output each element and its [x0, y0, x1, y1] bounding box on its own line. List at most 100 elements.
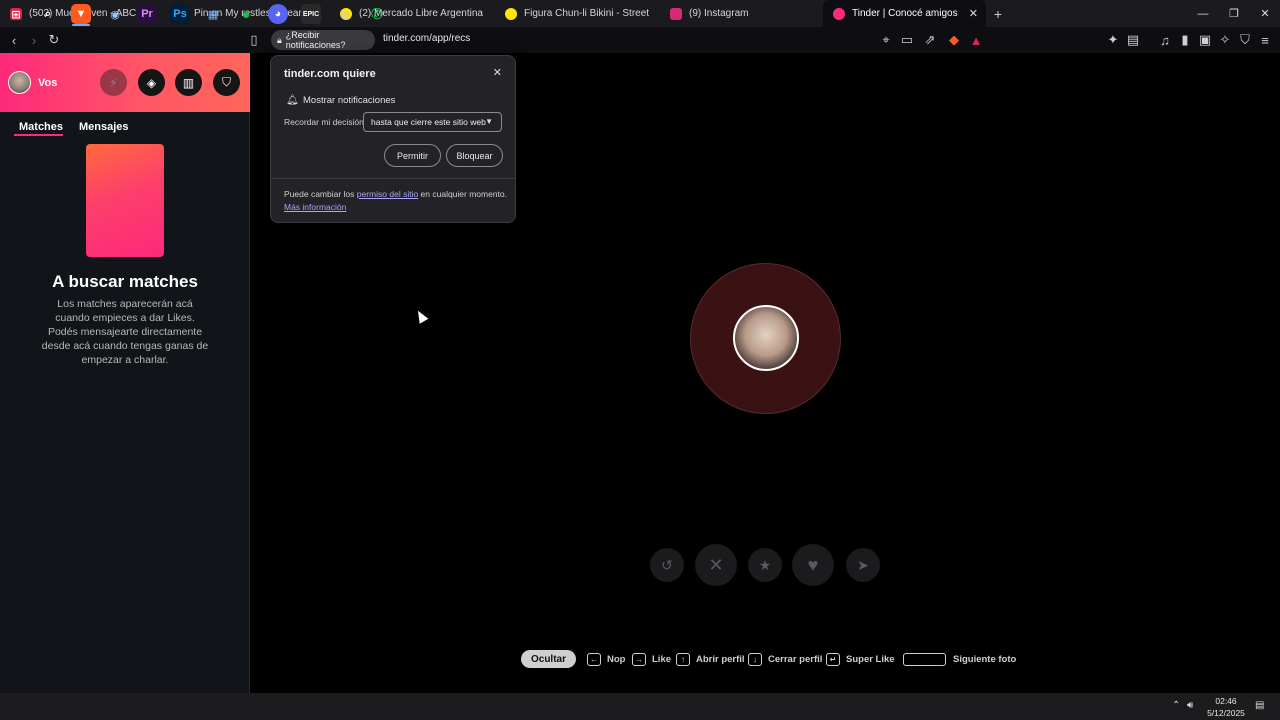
- gog-galaxy-icon[interactable]: ◍: [334, 3, 356, 25]
- profile-photo-avatar: [733, 305, 799, 371]
- rewind-button[interactable]: ↺: [650, 548, 684, 582]
- bookmark-icon[interactable]: ▯: [245, 31, 263, 49]
- spotify-icon[interactable]: ●: [235, 3, 257, 25]
- arrow-right-key-icon: →: [632, 652, 646, 666]
- popup-footer: Puede cambiar los permiso del sitio en c…: [284, 188, 509, 214]
- vpn-icon[interactable]: ⛉: [1236, 31, 1254, 49]
- discord-icon[interactable]: ◕: [268, 4, 288, 24]
- rewind-icon: ↺: [661, 556, 673, 573]
- bolt-icon: ⚡︎: [109, 75, 118, 90]
- share-icon[interactable]: ⇗: [921, 31, 939, 49]
- brave-app-icon[interactable]: ▼: [71, 4, 91, 24]
- extensions-icon[interactable]: ✦: [1104, 31, 1122, 49]
- close-window-button[interactable]: ✕: [1249, 0, 1280, 27]
- remember-decision-select[interactable]: hasta que cierre este sitio web ▼: [363, 112, 502, 132]
- address-bar[interactable]: tinder.com/app/recs: [383, 33, 470, 44]
- screen: (502) Muerejoven - ABC Feat. Molok Pin e…: [0, 0, 1280, 720]
- footer-text-start: Puede cambiar los: [284, 189, 357, 199]
- close-tab-icon[interactable]: ✕: [969, 7, 978, 20]
- notification-center-icon[interactable]: ▤: [1255, 700, 1264, 711]
- minimize-button[interactable]: —: [1187, 0, 1219, 27]
- restore-button[interactable]: ❐: [1218, 0, 1250, 27]
- search-icon[interactable]: ⌕: [37, 3, 59, 25]
- boost-action-button[interactable]: ➤: [846, 548, 880, 582]
- leo-ai-icon[interactable]: ✧: [1216, 31, 1234, 49]
- shortcut-next-photo: Siguiente foto: [903, 651, 1016, 667]
- tab-matches[interactable]: Matches: [19, 121, 63, 133]
- browser-tab-strip: (502) Muerejoven - ABC Feat. Molok Pin e…: [0, 0, 1280, 27]
- match-placeholder-card: [86, 144, 164, 257]
- start-icon[interactable]: ⊞: [5, 3, 27, 25]
- shortcut-nope-label: Nop: [607, 653, 626, 665]
- remember-decision-value: hasta que cierre este sitio web: [371, 117, 486, 127]
- popup-divider: [271, 178, 515, 179]
- epic-games-icon[interactable]: EPIC: [301, 4, 321, 24]
- sidebar-icon[interactable]: ▮: [1176, 31, 1194, 49]
- back-icon[interactable]: ‹: [5, 31, 23, 49]
- hide-shortcuts-button[interactable]: Ocultar: [521, 650, 576, 668]
- clock-time: 02:46: [1215, 696, 1237, 706]
- taskbar-clock[interactable]: 02:46 5/12/2025: [1201, 695, 1251, 719]
- tab-messages[interactable]: Mensajes: [79, 121, 129, 133]
- matches-sidebar: Vos ⚡︎ ◈ ▥ ⛉ Matches Mensajes A buscar m…: [0, 53, 250, 693]
- notification-permission-chip[interactable]: 🔒︎ ¿Recibir notificaciones?: [271, 30, 375, 50]
- menu-icon[interactable]: ≡: [1256, 31, 1274, 49]
- shortcut-like-label: Like: [652, 653, 672, 665]
- arrow-left-key-icon: ←: [587, 652, 601, 666]
- media-icon[interactable]: ♫: [1156, 31, 1174, 49]
- chevron-up-icon[interactable]: ⌃: [1172, 700, 1180, 711]
- store-icon[interactable]: ▦: [202, 3, 224, 25]
- enter-key-icon: ↵: [826, 652, 840, 666]
- briefcase-icon: ▥: [182, 75, 195, 90]
- tab-label: Figura Chun-li Bikini - Street Fighter: [524, 8, 650, 19]
- block-button[interactable]: Bloquear: [446, 144, 503, 167]
- cast-icon[interactable]: ▭: [898, 31, 916, 49]
- popup-close-icon[interactable]: ✕: [493, 66, 502, 79]
- nope-button[interactable]: ✕: [695, 544, 737, 586]
- show-notifications-text: Mostrar notificaciones: [303, 95, 396, 106]
- more-info-link[interactable]: Más información: [284, 202, 346, 212]
- star-icon: ★: [758, 556, 772, 573]
- steam-icon[interactable]: ◉: [104, 3, 126, 25]
- tab-mercadolibre-figura[interactable]: Figura Chun-li Bikini - Street Fighter: [495, 0, 660, 27]
- site-permission-link[interactable]: permiso del sitio: [357, 189, 418, 199]
- chevron-down-icon: ▼: [485, 117, 493, 126]
- notification-permission-popup: tinder.com quiere ✕ 🔔︎ Mostrar notificac…: [270, 55, 516, 223]
- premiere-icon[interactable]: Pr: [137, 4, 157, 24]
- windows-taskbar: [0, 693, 1280, 720]
- remember-decision-label: Recordar mi decisión: [284, 117, 364, 127]
- shield-icon: ⛉: [221, 75, 231, 89]
- instagram-icon: [670, 7, 682, 20]
- brave-rewards-icon[interactable]: ▲: [967, 31, 985, 49]
- tab-label: (9) Instagram: [689, 8, 749, 19]
- reading-mode-icon[interactable]: ▤: [1124, 31, 1142, 49]
- whatsapp-icon[interactable]: ✆: [366, 3, 388, 25]
- lock-icon: 🔒︎: [277, 34, 282, 45]
- permission-chip-label: ¿Recibir notificaciones?: [285, 30, 346, 50]
- safety-button[interactable]: ⛉: [213, 69, 240, 96]
- volume-icon[interactable]: 🔊︎: [1187, 700, 1193, 711]
- tab-instagram[interactable]: (9) Instagram: [660, 0, 823, 27]
- profile-name[interactable]: Vos: [38, 77, 57, 89]
- new-tab-button[interactable]: +: [986, 0, 1010, 27]
- avatar[interactable]: [8, 71, 31, 94]
- shortcut-open-profile: ↑ Abrir perfil: [676, 651, 745, 667]
- photoshop-icon[interactable]: Ps: [170, 4, 190, 24]
- like-button[interactable]: ♥: [792, 544, 834, 586]
- shortcut-super-like-label: Super Like: [846, 653, 895, 665]
- super-like-button[interactable]: ★: [748, 548, 782, 582]
- work-mode-button[interactable]: ▥: [175, 69, 202, 96]
- arrow-up-key-icon: ↑: [676, 652, 690, 666]
- forward-icon[interactable]: ›: [25, 31, 43, 49]
- reload-icon[interactable]: ↻: [45, 31, 63, 49]
- shortcut-open-profile-label: Abrir perfil: [696, 653, 745, 665]
- explore-button[interactable]: ◈: [138, 69, 165, 96]
- boost-button[interactable]: ⚡︎: [100, 69, 127, 96]
- arrow-down-key-icon: ↓: [748, 652, 762, 666]
- footer-text-end: en cualquier momento.: [418, 189, 508, 199]
- location-icon[interactable]: ⌖: [877, 31, 895, 49]
- brave-shields-icon[interactable]: ◆: [945, 31, 963, 49]
- tab-tinder[interactable]: Tinder | Conocé amigos y gente ✕: [823, 0, 986, 27]
- allow-button[interactable]: Permitir: [384, 144, 441, 167]
- wallet-icon[interactable]: ▣: [1196, 31, 1214, 49]
